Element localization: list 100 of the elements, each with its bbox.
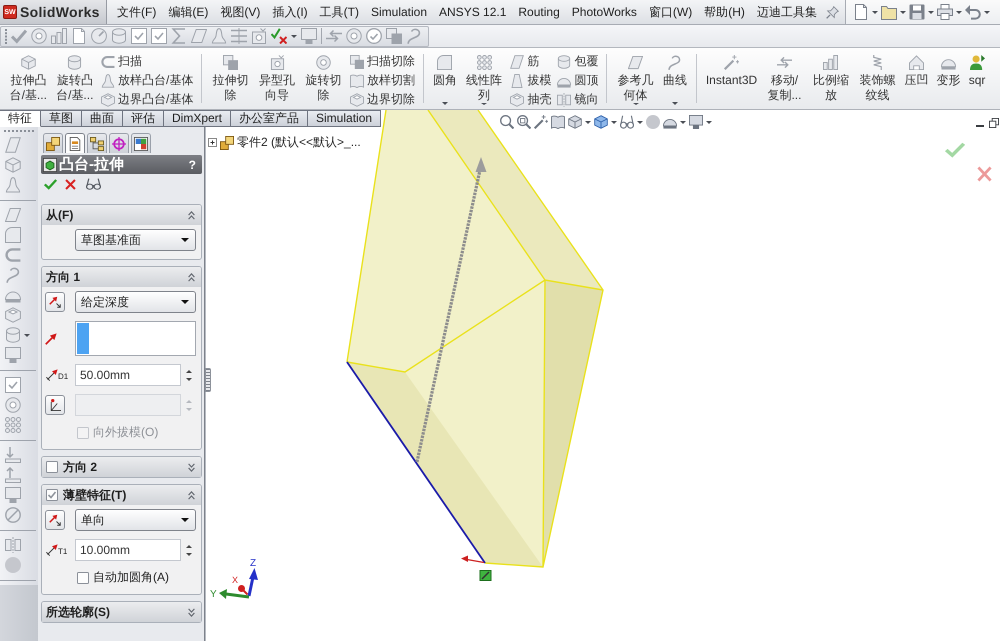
- printer-icon[interactable]: [936, 4, 953, 20]
- cylinder-icon[interactable]: [111, 28, 127, 44]
- menu-item[interactable]: 帮助(H): [698, 0, 751, 24]
- menu-item[interactable]: 编辑(E): [162, 0, 214, 24]
- manager-tab[interactable]: [87, 133, 107, 153]
- drag-handle-icon[interactable]: [480, 570, 492, 581]
- menu-item[interactable]: ANSYS 12.1: [433, 0, 512, 24]
- ribbon-button[interactable]: 包覆: [557, 52, 598, 71]
- caret-icon[interactable]: [956, 10, 962, 14]
- expand-box-icon[interactable]: [208, 138, 217, 147]
- reverse-direction-button[interactable]: [45, 510, 65, 530]
- curve-icon[interactable]: [5, 267, 21, 283]
- squares-icon[interactable]: [386, 28, 402, 44]
- ribbon-button[interactable]: 扫描: [101, 52, 194, 71]
- restore-icon[interactable]: [989, 118, 999, 128]
- draft-button[interactable]: [45, 395, 65, 415]
- ribbon-button[interactable]: 抽壳: [510, 90, 552, 109]
- checkbox-icon[interactable]: [5, 377, 21, 393]
- menu-item[interactable]: Simulation: [364, 0, 434, 24]
- check-icon[interactable]: [11, 28, 27, 44]
- magnifier-icon[interactable]: [500, 115, 514, 129]
- slashed-circle-icon[interactable]: [5, 507, 21, 523]
- ribbon-button[interactable]: 线性阵列: [460, 48, 508, 109]
- check-cross-icon[interactable]: [271, 28, 287, 44]
- check-icon[interactable]: [44, 178, 57, 190]
- cross-icon[interactable]: [977, 166, 992, 182]
- pin-icon[interactable]: [826, 6, 839, 18]
- ribbon-button[interactable]: Instant3D: [702, 48, 762, 109]
- checkbox[interactable]: [46, 489, 58, 501]
- menu-item[interactable]: 文件(F): [111, 0, 162, 24]
- hole-icon[interactable]: [251, 28, 267, 44]
- check-circle-icon[interactable]: [366, 28, 382, 44]
- menu-item[interactable]: 插入(I): [266, 0, 314, 24]
- ribbon-button[interactable]: 旋转凸台/基...: [52, 48, 98, 109]
- ribbon-button[interactable]: 参考几何体: [612, 48, 659, 109]
- manager-tab[interactable]: [65, 133, 85, 153]
- ribbon-button[interactable]: 镜向: [557, 90, 598, 109]
- ribbon-button[interactable]: 拔模: [510, 71, 552, 90]
- caret-icon[interactable]: [672, 102, 678, 105]
- selection-list-field[interactable]: [75, 321, 196, 356]
- ribbon-button[interactable]: 移动/复制...: [761, 48, 808, 109]
- monitor-icon[interactable]: [689, 115, 703, 129]
- cube-icon[interactable]: [594, 115, 608, 129]
- manager-tab[interactable]: [109, 133, 129, 153]
- ribbon-button[interactable]: 边界切除: [350, 90, 415, 109]
- gauge-icon[interactable]: [91, 28, 107, 44]
- direction-arrow[interactable]: [415, 157, 486, 462]
- check-icon[interactable]: [945, 141, 965, 158]
- menu-item[interactable]: 视图(V): [214, 0, 266, 24]
- ribbon-button[interactable]: 放样切割: [350, 71, 415, 90]
- caret-icon[interactable]: [637, 120, 643, 124]
- down-arrow-icon[interactable]: [5, 447, 21, 463]
- help-button[interactable]: ?: [188, 158, 196, 172]
- command-tab[interactable]: Simulation: [308, 110, 382, 127]
- caret-icon[interactable]: [706, 120, 712, 124]
- hook-icon[interactable]: [5, 247, 21, 263]
- caret-icon[interactable]: [984, 10, 990, 14]
- ribbon-button[interactable]: 旋转切除: [300, 48, 347, 109]
- caret-up-icon[interactable]: [186, 544, 192, 548]
- document-icon[interactable]: [71, 28, 87, 44]
- menu-item[interactable]: 迈迪工具集: [750, 0, 823, 24]
- mirror-icon[interactable]: [5, 537, 21, 553]
- double-arrow-icon[interactable]: [326, 28, 342, 44]
- glasses-icon[interactable]: [620, 115, 634, 129]
- ribbon-button[interactable]: 筋: [510, 52, 552, 71]
- bell-icon[interactable]: [5, 177, 21, 193]
- menu-item[interactable]: Routing: [512, 0, 566, 24]
- glasses-icon[interactable]: [86, 178, 101, 190]
- cube-icon[interactable]: [568, 115, 582, 129]
- monitor-icon[interactable]: [5, 487, 21, 503]
- hollow-box-icon[interactable]: [5, 307, 21, 323]
- slanted-plate-icon[interactable]: [5, 137, 21, 153]
- ribbon-button[interactable]: 压凹: [900, 48, 933, 109]
- ribbon-button[interactable]: 变形: [932, 48, 965, 109]
- splitter-handle[interactable]: [205, 368, 211, 392]
- plane-icon[interactable]: [5, 207, 21, 223]
- ribbon-button[interactable]: 圆顶: [557, 71, 598, 90]
- manager-tab[interactable]: [43, 133, 63, 153]
- caret-icon[interactable]: [442, 102, 448, 105]
- ribbon-button[interactable]: 曲线: [658, 48, 691, 109]
- caret-icon[interactable]: [481, 103, 488, 105]
- caret-down-icon[interactable]: [186, 552, 192, 556]
- ribbon-button[interactable]: sqr: [964, 48, 990, 109]
- menu-item[interactable]: 窗口(W): [642, 0, 698, 24]
- caret-icon[interactable]: [632, 103, 639, 105]
- caret-icon[interactable]: [900, 10, 906, 14]
- undo-icon[interactable]: [964, 4, 981, 20]
- bars-icon[interactable]: [51, 28, 67, 44]
- book-icon[interactable]: [551, 115, 565, 129]
- caret-icon[interactable]: [872, 10, 878, 14]
- ring-icon[interactable]: [31, 28, 47, 44]
- handle-arrow[interactable]: [461, 556, 484, 564]
- caret-icon[interactable]: [291, 34, 297, 38]
- cross-icon[interactable]: [65, 178, 76, 190]
- ring-icon[interactable]: [346, 28, 362, 44]
- up-arrow-icon[interactable]: [5, 467, 21, 483]
- dot-grid-icon[interactable]: [5, 417, 21, 433]
- dropdown[interactable]: 给定深度: [75, 291, 196, 313]
- checkbox-icon[interactable]: [131, 28, 147, 44]
- chevron-up-icon[interactable]: [188, 490, 195, 500]
